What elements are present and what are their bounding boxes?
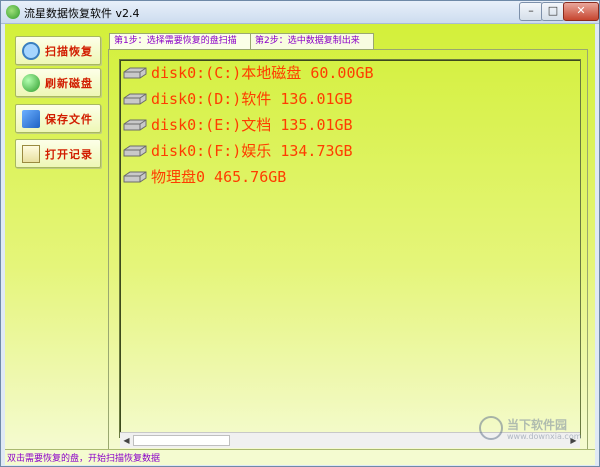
watermark-url: www.downxia.com	[507, 432, 582, 441]
tab-panel: disk0:(C:)本地磁盘 60.00GB disk0:(D:)软件 136.…	[108, 49, 588, 455]
hard-drive-icon	[122, 144, 148, 158]
hard-drive-icon	[122, 118, 148, 132]
save-icon	[22, 110, 40, 128]
hard-drive-icon	[122, 170, 148, 184]
watermark-logo-icon	[479, 416, 503, 440]
tab-step-2[interactable]: 第2步：选中数据复制出来	[250, 33, 374, 49]
disk-label: disk0:(D:)软件 136.01GB	[151, 90, 353, 108]
disk-list[interactable]: disk0:(C:)本地磁盘 60.00GB disk0:(D:)软件 136.…	[119, 59, 581, 438]
title-bar[interactable]: 流星数据恢复软件 v2.4 – □ ✕	[1, 1, 599, 24]
disk-item-physical-0[interactable]: 物理盘0 465.76GB	[122, 166, 562, 188]
log-icon	[22, 145, 40, 163]
refresh-disc-icon	[22, 74, 40, 92]
refresh-disk-label: 刷新磁盘	[45, 77, 93, 90]
save-file-button[interactable]: 保存文件	[15, 104, 101, 133]
watermark-text: 当下软件园	[507, 418, 568, 432]
disk-label: disk0:(F:)娱乐 134.73GB	[151, 142, 353, 160]
minimize-button[interactable]: –	[519, 2, 543, 21]
close-button[interactable]: ✕	[563, 2, 599, 21]
disk-item-f[interactable]: disk0:(F:)娱乐 134.73GB	[122, 140, 562, 162]
open-log-button[interactable]: 打开记录	[15, 139, 101, 168]
refresh-disk-button[interactable]: 刷新磁盘	[15, 68, 101, 97]
disk-label: 物理盘0 465.76GB	[151, 168, 287, 186]
maximize-button[interactable]: □	[541, 2, 565, 21]
window-title: 流星数据恢复软件 v2.4	[24, 7, 140, 20]
status-bar: 双击需要恢复的盘，开始扫描恢复数据	[5, 449, 595, 465]
client-area: 扫描恢复 刷新磁盘 保存文件 打开记录 第1步：选择需要恢复的盘扫描 第2步：选…	[5, 24, 595, 465]
disk-item-e[interactable]: disk0:(E:)文档 135.01GB	[122, 114, 562, 136]
hard-drive-icon	[122, 66, 148, 80]
watermark: 当下软件园 www.downxia.com	[479, 410, 589, 450]
app-logo-icon	[6, 5, 20, 19]
save-file-label: 保存文件	[45, 113, 93, 126]
scan-recover-button[interactable]: 扫描恢复	[15, 36, 101, 65]
hard-drive-icon	[122, 92, 148, 106]
disk-item-c[interactable]: disk0:(C:)本地磁盘 60.00GB	[122, 62, 562, 84]
status-text: 双击需要恢复的盘，开始扫描恢复数据	[7, 454, 161, 464]
open-log-label: 打开记录	[45, 148, 93, 161]
disk-label: disk0:(E:)文档 135.01GB	[151, 116, 353, 134]
magnifier-icon	[22, 42, 40, 60]
tab-step-1[interactable]: 第1步：选择需要恢复的盘扫描	[109, 33, 251, 49]
scroll-left-button[interactable]: ◀	[120, 434, 133, 447]
app-window: 流星数据恢复软件 v2.4 – □ ✕ 扫描恢复 刷新磁盘 保存文件 打开记录 …	[0, 0, 600, 467]
disk-item-d[interactable]: disk0:(D:)软件 136.01GB	[122, 88, 562, 110]
scrollbar-thumb[interactable]	[133, 435, 230, 446]
disk-label: disk0:(C:)本地磁盘 60.00GB	[151, 64, 374, 82]
scan-recover-label: 扫描恢复	[45, 45, 93, 58]
